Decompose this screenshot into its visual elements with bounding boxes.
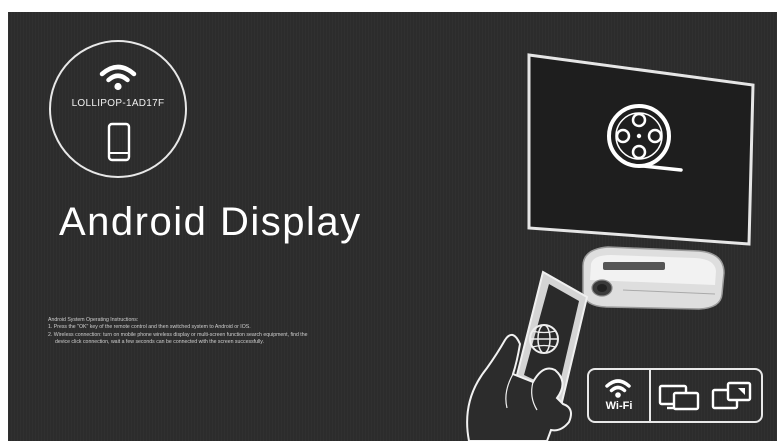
projector-device — [582, 246, 725, 310]
wifi-icon — [99, 64, 137, 91]
hand-holding-phone — [466, 270, 589, 441]
instruction-step-2: 2. Wireless connection: turn on mobile p… — [48, 331, 308, 338]
network-info-badge: LOLLIPOP-1AD17F — [49, 40, 187, 178]
feature-wifi: Wi-Fi — [589, 370, 651, 421]
instruction-step-1: 1. Press the "OK" key of the remote cont… — [48, 324, 251, 331]
wifi-icon — [605, 379, 631, 398]
instructions-heading: Android System Operating Instructions: — [48, 317, 139, 323]
android-display-screen: LOLLIPOP-1AD17F Android Display Android … — [8, 12, 777, 441]
operating-instructions: Android System Operating Instructions: 1… — [48, 317, 478, 347]
page-title: Android Display — [59, 200, 362, 244]
network-ssid: LOLLIPOP-1AD17F — [71, 98, 165, 109]
connectivity-features: Wi-Fi — [587, 368, 763, 423]
wifi-label: Wi-Fi — [605, 400, 633, 412]
feature-screen-casting — [706, 370, 761, 421]
phone-icon — [107, 122, 131, 162]
instruction-step-2-continued: device click connection, wait a few seco… — [55, 339, 264, 346]
screen-cast-icon — [711, 381, 752, 410]
feature-screen-mirroring — [651, 370, 706, 421]
screen-mirror-icon — [658, 384, 700, 411]
projection-screen — [527, 53, 755, 246]
